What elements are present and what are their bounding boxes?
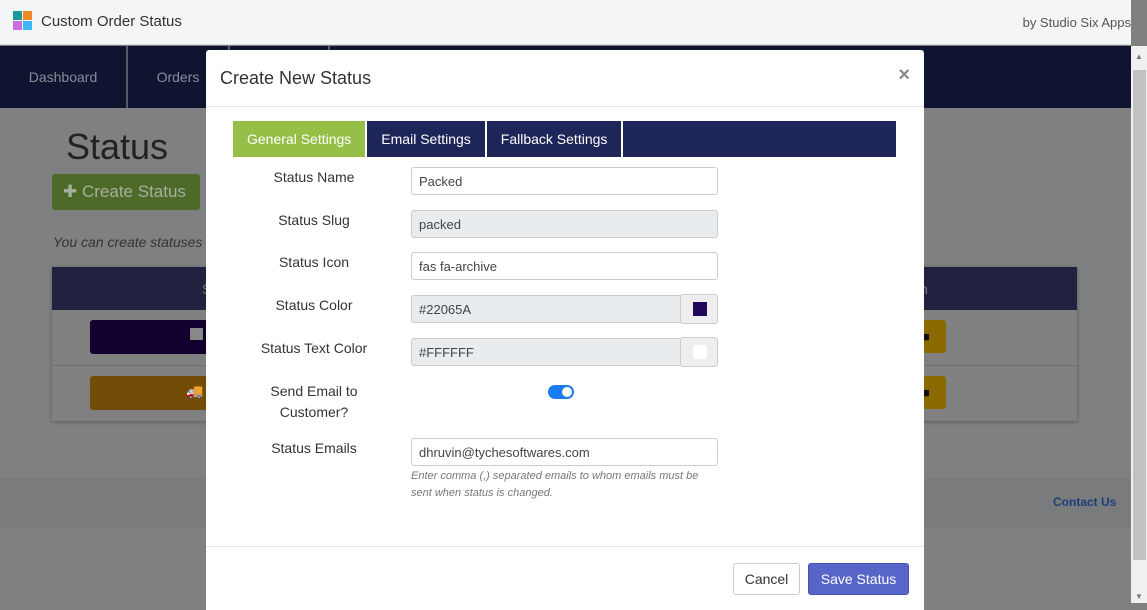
status-color-input[interactable]	[411, 295, 681, 323]
plus-icon: ✚	[63, 182, 82, 201]
modal-title: Create New Status	[220, 68, 372, 88]
status-slug-input[interactable]	[411, 210, 718, 238]
status-text-color-picker[interactable]	[680, 337, 718, 367]
save-status-button[interactable]: Save Status	[808, 563, 909, 595]
scroll-down-icon[interactable]: ▼	[1135, 592, 1143, 601]
scroll-up-icon[interactable]: ▲	[1135, 52, 1143, 61]
tab-general-settings[interactable]: General Settings	[233, 121, 368, 157]
send-email-label: Send Email to Customer?	[270, 383, 358, 420]
status-emails-label: Status Emails	[271, 440, 357, 456]
page-title: Status	[66, 126, 169, 167]
truck-icon: 🚚	[186, 383, 204, 399]
status-color-label: Status Color	[275, 297, 353, 313]
archive-icon	[190, 328, 203, 340]
status-emails-help: Enter comma (,) separated emails to whom…	[411, 470, 699, 499]
status-emails-input[interactable]	[411, 438, 718, 466]
contact-us-link[interactable]: Contact Us	[1053, 495, 1116, 509]
byline: by Studio Six Apps	[1022, 15, 1131, 30]
status-slug-label: Status Slug	[278, 212, 350, 228]
status-text-color-label: Status Text Color	[260, 340, 368, 356]
create-status-modal: Create New Status × General Settings Ema…	[206, 50, 924, 610]
status-icon-input[interactable]	[411, 252, 718, 280]
modal-header: Create New Status ×	[206, 50, 924, 107]
app-title: Custom Order Status	[41, 13, 182, 30]
app-logo-icon	[13, 11, 33, 31]
create-status-button[interactable]: ✚ Create Status	[52, 174, 200, 210]
app-header: Custom Order Status by Studio Six Apps	[0, 0, 1131, 45]
send-email-toggle[interactable]	[548, 385, 574, 399]
nav-dashboard[interactable]: Dashboard	[0, 46, 128, 108]
close-icon[interactable]: ×	[898, 64, 910, 87]
modal-footer: Cancel Save Status	[206, 546, 924, 610]
settings-tabs: General Settings Email Settings Fallback…	[233, 121, 896, 157]
cancel-button[interactable]: Cancel	[733, 563, 800, 595]
page-hint: You can create statuses	[53, 234, 203, 250]
tab-email-settings[interactable]: Email Settings	[367, 121, 487, 157]
status-name-label: Status Name	[273, 169, 355, 185]
status-icon-label: Status Icon	[278, 254, 350, 270]
scrollbar[interactable]: ▲ ▼	[1131, 46, 1147, 603]
scrollbar-thumb[interactable]	[1133, 70, 1146, 560]
status-text-color-input[interactable]	[411, 338, 681, 366]
status-color-picker[interactable]	[680, 294, 718, 324]
tab-fallback-settings[interactable]: Fallback Settings	[487, 121, 624, 157]
status-name-input[interactable]	[411, 167, 718, 195]
